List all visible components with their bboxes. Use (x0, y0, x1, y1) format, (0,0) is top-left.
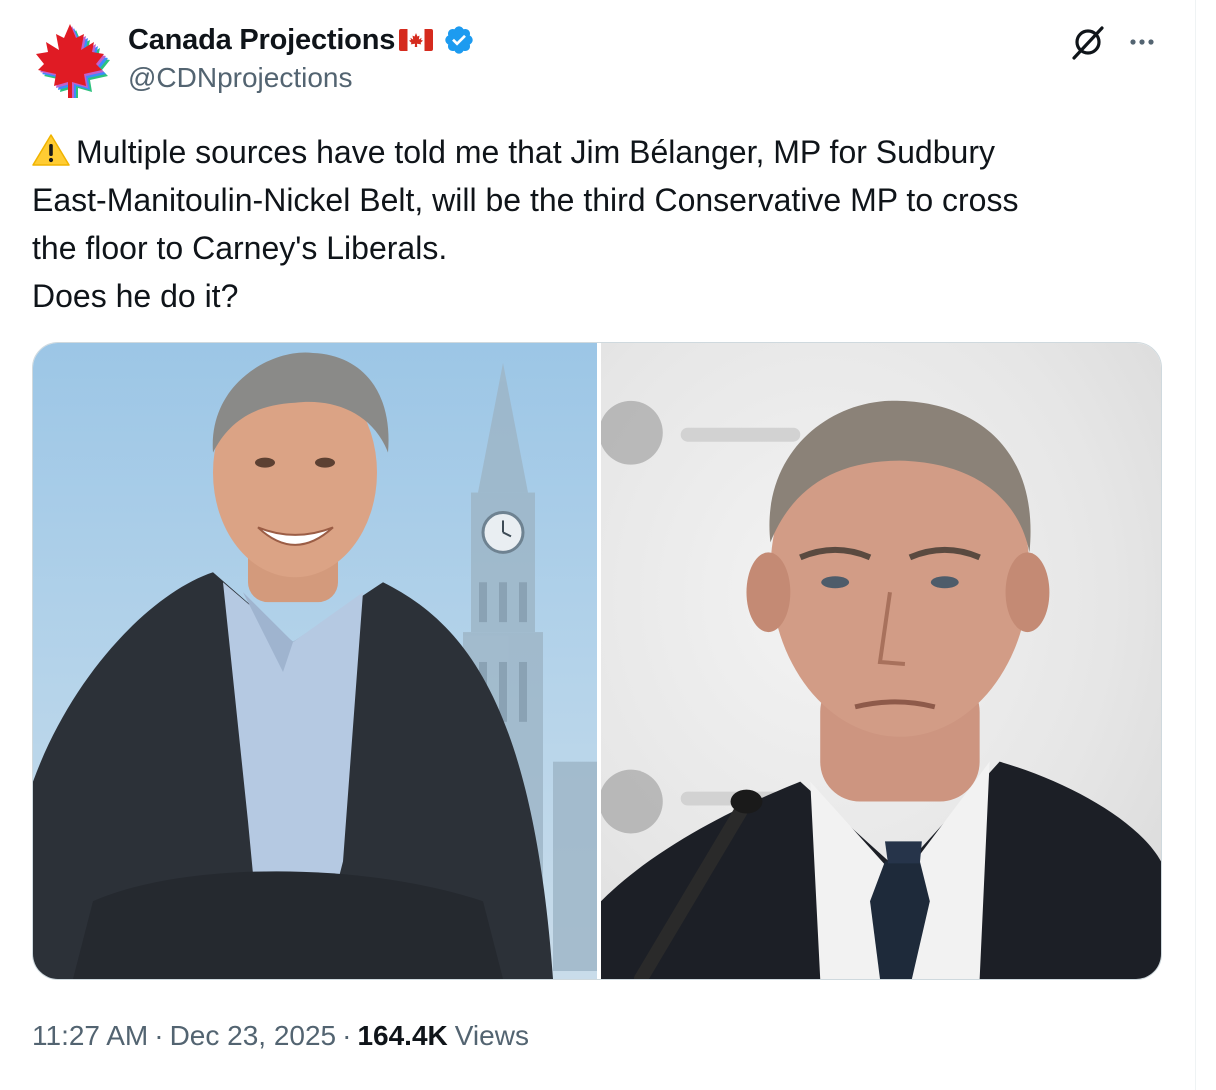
photo-smiling-man-parliament[interactable] (33, 343, 597, 979)
views-count[interactable]: 164.4K (357, 1020, 447, 1052)
canada-flag-icon (399, 29, 434, 51)
photo-man-in-suit-microphone[interactable] (601, 343, 1161, 979)
warning-icon (32, 132, 70, 166)
author-handle[interactable]: @CDNprojections (128, 62, 353, 94)
tweet-meta: 11:27 AM · Dec 23, 2025 · 164.4K Views (32, 1016, 529, 1056)
tweet-date[interactable]: Dec 23, 2025 (170, 1020, 337, 1052)
tweet-media (32, 342, 1162, 980)
tweet-time[interactable]: 11:27 AM (32, 1020, 148, 1052)
column-divider (1195, 0, 1196, 1090)
tweet-text-line-1: Multiple sources have told me that Jim B… (76, 134, 995, 170)
author-display-name[interactable]: Canada Projections (128, 24, 395, 57)
views-label: Views (454, 1020, 529, 1051)
grok-button[interactable] (1066, 20, 1110, 64)
tweet: Canada Projections @CDNprojections Multi… (0, 0, 1216, 1090)
verified-badge-icon[interactable] (433, 24, 475, 56)
tweet-text: Multiple sources have told me that Jim B… (32, 128, 1172, 320)
tweet-text-line: Multiple sources have told me that Jim B… (32, 128, 1172, 176)
meta-separator: · (342, 1020, 352, 1051)
more-options-button[interactable] (1120, 20, 1164, 64)
maple-leaf-logo (36, 24, 110, 104)
tweet-text-line-3: the floor to Carney's Liberals. (32, 230, 448, 266)
author-avatar[interactable] (30, 18, 110, 104)
tweet-text-line-2: East-Manitoulin-Nickel Belt, will be the… (32, 182, 1019, 218)
grok-icon (1072, 26, 1104, 60)
author-name-row: Canada Projections (128, 20, 475, 60)
meta-separator: · (154, 1020, 164, 1051)
more-dots-icon (1130, 39, 1154, 45)
tweet-text-line-4: Does he do it? (32, 278, 239, 314)
